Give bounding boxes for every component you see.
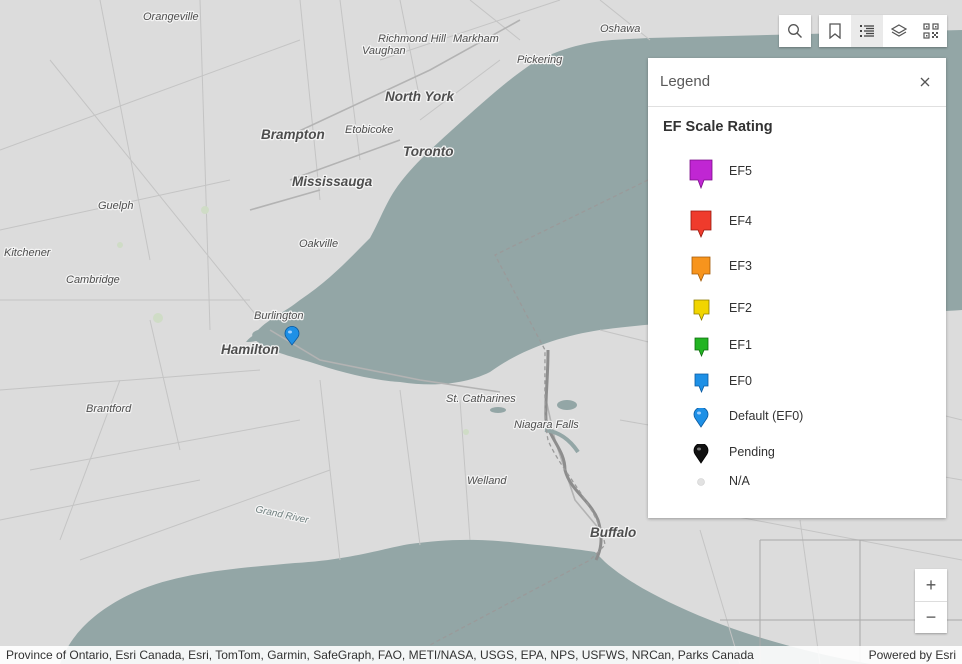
label-kitchener: Kitchener	[4, 247, 52, 259]
legend-label-ef2: EF2	[729, 301, 752, 315]
legend-label-na: N/A	[729, 474, 750, 488]
legend-button[interactable]	[851, 15, 883, 47]
legend-label-ef1: EF1	[729, 338, 752, 352]
legend-label-ef5: EF5	[729, 164, 752, 178]
marker-ef2-icon	[688, 299, 714, 321]
map-toolbar	[819, 15, 947, 47]
legend-label-pending: Pending	[729, 445, 775, 459]
legend-label-ef3: EF3	[729, 259, 752, 273]
bookmark-icon	[829, 23, 841, 39]
label-brantford: Brantford	[86, 403, 132, 415]
close-icon	[920, 77, 930, 87]
label-toronto: Toronto	[403, 144, 453, 159]
legend-header: Legend	[648, 58, 946, 107]
label-markham: Markham	[453, 33, 499, 45]
label-brampton: Brampton	[261, 127, 325, 142]
label-oshawa: Oshawa	[600, 23, 640, 35]
zoom-control: + −	[915, 569, 947, 633]
zoom-out-button[interactable]: −	[915, 601, 947, 633]
marker-ef1-icon	[688, 337, 714, 357]
legend-title: Legend	[660, 73, 711, 90]
marker-default-ef0-icon	[688, 408, 714, 428]
label-north-york: North York	[385, 89, 456, 104]
label-vaughan: Vaughan	[362, 45, 406, 57]
label-buffalo: Buffalo	[590, 525, 636, 540]
marker-ef4-icon	[688, 210, 714, 238]
layers-icon	[891, 24, 907, 37]
legend-panel: Legend EF Scale Rating EF5 EF4 EF3 EF2 E…	[648, 58, 946, 518]
legend-list-icon	[860, 25, 874, 37]
marker-pending-icon	[688, 444, 714, 464]
marker-ef0-icon	[688, 373, 714, 393]
marker-ef5-icon	[688, 159, 714, 189]
marker-na-icon	[688, 477, 714, 487]
label-welland: Welland	[467, 475, 507, 487]
marker-ef3-icon	[688, 256, 714, 282]
search-button[interactable]	[779, 15, 811, 47]
legend-label-default-ef0: Default (EF0)	[729, 409, 804, 423]
attribution-text[interactable]: Province of Ontario, Esri Canada, Esri, …	[6, 648, 754, 662]
label-etobicoke: Etobicoke	[345, 124, 393, 136]
zoom-in-button[interactable]: +	[915, 569, 947, 601]
label-hamilton: Hamilton	[221, 342, 279, 357]
search-widget	[779, 15, 811, 47]
label-guelph: Guelph	[98, 200, 133, 212]
attribution-bar: Province of Ontario, Esri Canada, Esri, …	[0, 646, 962, 664]
label-pickering: Pickering	[517, 54, 563, 66]
label-niagara-falls: Niagara Falls	[514, 419, 579, 431]
label-richmond-hill: Richmond Hill	[378, 33, 446, 45]
powered-by-esri[interactable]: Powered by Esri	[869, 648, 956, 662]
qr-code-button[interactable]	[915, 15, 947, 47]
label-cambridge: Cambridge	[66, 274, 120, 286]
legend-close-button[interactable]	[916, 73, 934, 91]
label-orangeville: Orangeville	[143, 11, 199, 23]
bookmarks-button[interactable]	[819, 15, 851, 47]
label-mississauga: Mississauga	[292, 174, 373, 189]
label-burlington: Burlington	[254, 310, 304, 322]
qr-code-icon	[923, 23, 939, 39]
legend-label-ef0: EF0	[729, 374, 752, 388]
legend-label-ef4: EF4	[729, 214, 752, 228]
label-st-catharines: St. Catharines	[446, 393, 516, 405]
layers-button[interactable]	[883, 15, 915, 47]
legend-layer-title: EF Scale Rating	[663, 119, 773, 135]
search-icon	[788, 24, 802, 38]
label-oakville: Oakville	[299, 238, 338, 250]
